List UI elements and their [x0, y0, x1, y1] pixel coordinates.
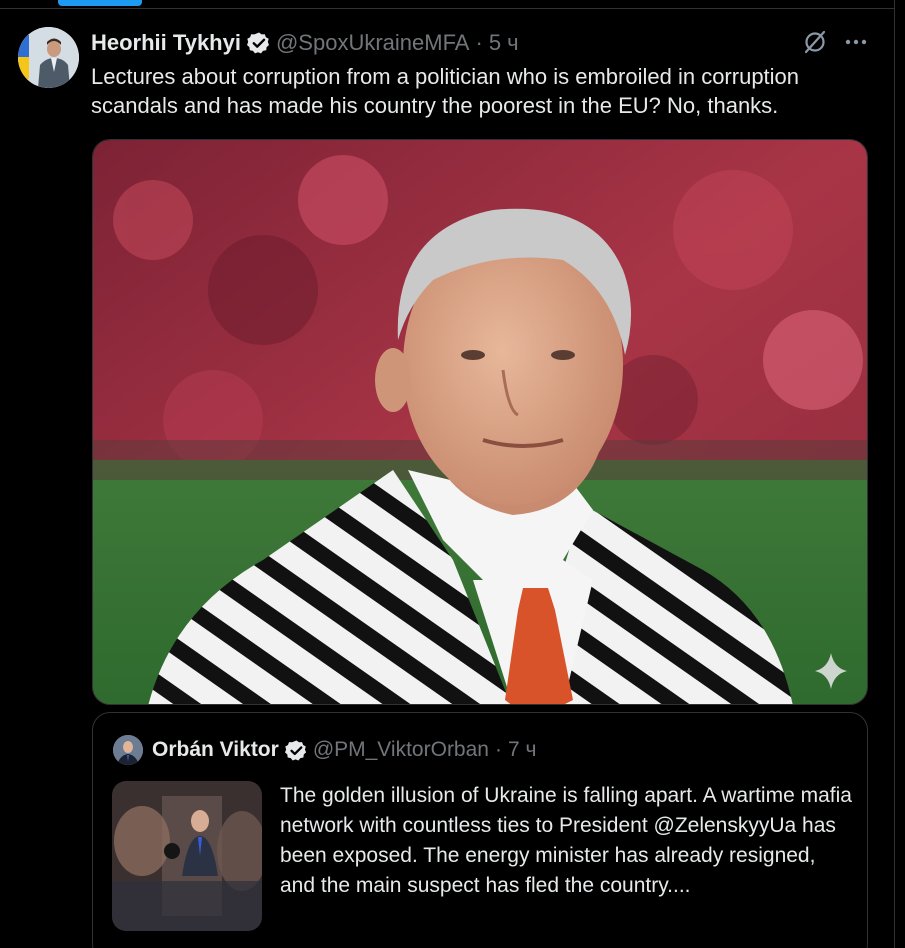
- quoted-tweet-text: The golden illusion of Ukraine is fallin…: [280, 784, 852, 897]
- column-border: [894, 0, 895, 948]
- tweet-header: Heorhii Tykhyi @SpoxUkraineMFA · 5 ч: [91, 28, 519, 58]
- quoted-author-handle[interactable]: @PM_ViktorOrban: [313, 738, 489, 762]
- verified-badge-icon: [246, 31, 271, 55]
- author-name[interactable]: Heorhii Tykhyi: [91, 30, 241, 56]
- author-handle[interactable]: @SpoxUkraineMFA: [276, 30, 470, 56]
- active-tab-indicator: [58, 0, 142, 6]
- quoted-author-name[interactable]: Orbán Viktor: [152, 738, 279, 762]
- quoted-tweet[interactable]: Orbán Viktor @PM_ViktorOrban · 7 ч The g…: [92, 712, 868, 948]
- quoted-author-avatar[interactable]: [113, 735, 143, 765]
- quoted-tweet-thumbnail[interactable]: [112, 781, 262, 931]
- tweet-timestamp[interactable]: 5 ч: [489, 30, 519, 56]
- quoted-tweet-timestamp[interactable]: 7 ч: [508, 738, 536, 762]
- separator-dot: ·: [494, 738, 502, 761]
- grok-icon[interactable]: [802, 29, 828, 55]
- quoted-tweet-header: Orbán Viktor @PM_ViktorOrban · 7 ч: [152, 735, 536, 765]
- more-icon[interactable]: [843, 32, 869, 52]
- verified-badge-icon: [284, 739, 308, 762]
- divider: [0, 8, 895, 9]
- tweet-text: Lectures about corruption from a politic…: [91, 64, 800, 118]
- tweet-media-photo[interactable]: [92, 139, 868, 705]
- author-avatar[interactable]: [18, 27, 79, 88]
- separator-dot: ·: [475, 30, 483, 55]
